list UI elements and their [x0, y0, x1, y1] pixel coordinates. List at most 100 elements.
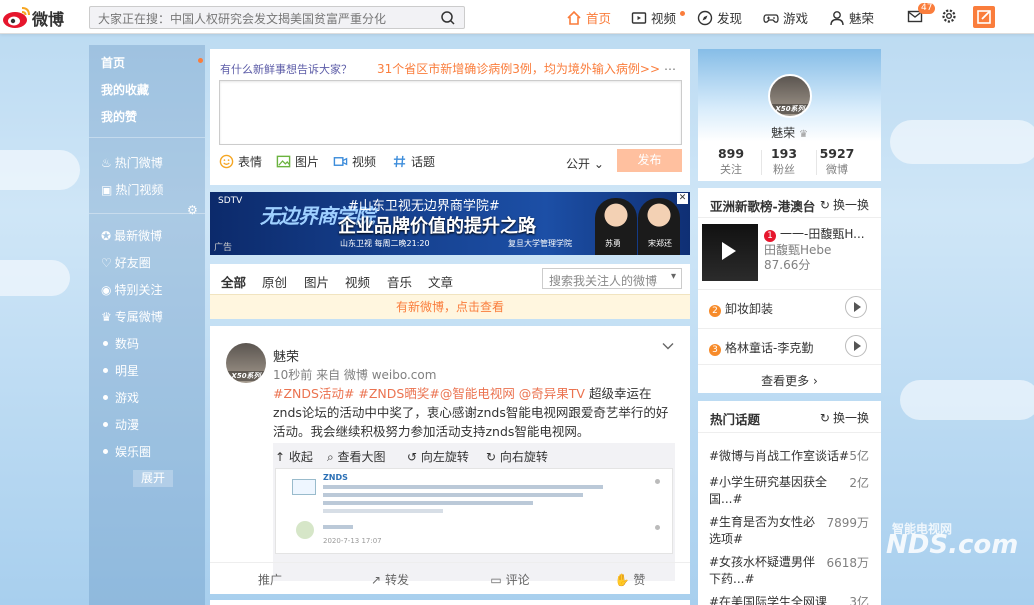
more-icon[interactable]: … [664, 59, 676, 73]
leftnav-special[interactable]: ◉ 特别关注 [101, 281, 163, 298]
nav-game[interactable]: 游戏 [763, 8, 808, 27]
rotate-left-button[interactable]: ↺ 向左旋转 [407, 448, 469, 465]
compose-textarea[interactable] [219, 80, 682, 145]
leftnav-home[interactable]: 首页 [101, 54, 125, 71]
play-button[interactable] [845, 335, 867, 357]
stat-following[interactable]: 899 关注 [701, 146, 761, 177]
chevron-down-icon[interactable]: ▾ [671, 271, 676, 282]
leftnav-tag-digital[interactable]: 数码 [101, 335, 139, 352]
tab-all[interactable]: 全部 [221, 272, 246, 291]
chevron-down-icon[interactable] [662, 340, 674, 352]
new-posts-notice[interactable]: 有新微博，点击查看 [210, 294, 690, 319]
stat-value: 193 [770, 146, 798, 161]
avatar-badge: X50系列 [226, 371, 266, 381]
leftnav-hot-video[interactable]: ▣ 热门视频 [101, 181, 163, 198]
hot-topic-item[interactable]: #微博与肖战工作室谈话# 5亿 [709, 448, 869, 465]
profile-avatar[interactable]: X50系列 [768, 74, 812, 118]
nav-discover[interactable]: 发现 [697, 8, 742, 27]
refresh-button[interactable]: ↻ 换一换 [820, 409, 869, 426]
stat-label: 微博 [826, 163, 848, 176]
search-icon[interactable] [440, 10, 456, 26]
close-icon[interactable]: ✕ [677, 193, 688, 204]
expand-button[interactable]: 展开 [133, 470, 173, 487]
comment-button[interactable]: ▭ 评论 [450, 571, 570, 588]
image-tool[interactable]: 图片 [276, 153, 319, 170]
leftnav-tag-star[interactable]: 明星 [101, 362, 139, 379]
topic-name: #微博与肖战工作室谈话# [709, 449, 850, 463]
song-cover[interactable] [702, 224, 758, 281]
leftnav-likes[interactable]: 我的赞 [101, 108, 137, 125]
hot-topic-item[interactable]: #生育是否为女性必选项# [709, 514, 827, 548]
promote-label: 推广 [257, 573, 282, 587]
compose-button[interactable] [973, 6, 995, 28]
star-icon: ✪ [101, 228, 112, 243]
promote-button[interactable]: 推广 [210, 571, 330, 588]
leftnav-friends[interactable]: ♡ 好友圈 [101, 254, 151, 271]
feed-search-input[interactable]: 搜索我关注人的微博 ▾ [542, 268, 682, 289]
repost-button[interactable]: ↗ 转发 [330, 571, 450, 588]
tab-music[interactable]: 音乐 [387, 272, 412, 291]
tab-articles[interactable]: 文章 [428, 272, 453, 291]
topic-name: #在美国际学生全网课 [709, 595, 828, 605]
post-image[interactable]: ZNDS 2020-7-13 17:07 [275, 468, 673, 554]
leftnav-tag-label: 数码 [115, 337, 140, 351]
song-item-label: 卸妆卸装 [725, 302, 774, 316]
search-box[interactable]: 大家正在搜：中国人权研究会发文揭美国贫富严重分化 [89, 6, 465, 29]
like-button[interactable]: ✋ 赞 [570, 571, 690, 588]
nav-user[interactable]: 魅荣 [829, 8, 874, 27]
ad-banner[interactable]: SDTV 无边界商学院 #山东卫视无边界商学院# 企业品牌价值的提升之路 山东卫… [210, 192, 690, 255]
topic-tool[interactable]: 话题 [392, 153, 435, 170]
profile-name[interactable]: 魅荣 ♛ [698, 124, 881, 141]
video-tool[interactable]: 视频 [333, 153, 376, 170]
nav-home[interactable]: 首页 [566, 8, 611, 27]
avatar[interactable]: X50系列 [226, 343, 266, 383]
view-large-button[interactable]: ⌕ 查看大图 [327, 448, 386, 465]
leftnav-tag-label: 明星 [115, 364, 140, 378]
leftnav-hot-weibo[interactable]: ♨ 热门微博 [101, 154, 163, 171]
play-icon [722, 242, 736, 260]
emoji-tool[interactable]: 表情 [219, 153, 262, 170]
refresh-button[interactable]: ↻ 换一换 [820, 196, 869, 213]
nav-video[interactable]: 视频 [631, 8, 686, 27]
visibility-select[interactable]: 公开 ⌄ [566, 155, 604, 172]
leftnav-exclusive[interactable]: ♛ 专属微博 [101, 308, 163, 325]
divider [698, 217, 881, 218]
divider [698, 328, 881, 329]
thumb-dot [655, 525, 660, 530]
collapse-button[interactable]: ↑ 收起 [275, 448, 313, 465]
stat-followers[interactable]: 193 粉丝 [754, 146, 814, 177]
play-button[interactable] [845, 296, 867, 318]
logo-text[interactable]: 微博 [32, 6, 64, 30]
hot-topic-item[interactable]: #在美国际学生全网课 3亿 [709, 594, 869, 605]
post-button[interactable]: 发布 [617, 149, 682, 172]
see-more-link[interactable]: 查看更多 › [698, 372, 881, 389]
gear-icon[interactable]: ⚙ [187, 203, 198, 217]
post-author[interactable]: 魅荣 [273, 346, 299, 365]
stat-posts[interactable]: 5927 微博 [807, 146, 867, 177]
avatar-badge: X50系列 [770, 104, 810, 114]
compose-hot-topic[interactable]: 31个省区市新增确诊病例3例，均为境外输入病例>> [377, 60, 660, 77]
bullet-icon [103, 395, 108, 400]
thumb-dot [655, 479, 660, 484]
nav-user-label: 魅荣 [849, 11, 875, 26]
tab-images[interactable]: 图片 [304, 272, 329, 291]
post-tags[interactable]: #ZNDS活动# #ZNDS晒奖#@智能电视网 @奇异果TV [273, 386, 585, 401]
rotate-right-button[interactable]: ↻ 向右旋转 [486, 448, 548, 465]
leftnav-tag-anime[interactable]: 动漫 [101, 416, 139, 433]
hot-topic-item[interactable]: #女孩水杯疑遭男伴下药...# [709, 554, 827, 588]
song-item[interactable]: 2 卸妆卸装 [709, 300, 773, 317]
song-title[interactable]: 1 一一-田馥甄H... [764, 225, 874, 242]
leftnav-tag-ent[interactable]: 娱乐圈 [101, 443, 151, 460]
tab-videos[interactable]: 视频 [345, 272, 370, 291]
search-input[interactable]: 大家正在搜：中国人权研究会发文揭美国贫富严重分化 [98, 10, 386, 27]
hot-topic-item[interactable]: #小学生研究基因获全国...# [709, 474, 841, 508]
leftnav-favorites[interactable]: 我的收藏 [101, 81, 149, 98]
nav-settings[interactable] [941, 8, 957, 24]
leftnav-latest[interactable]: ✪ 最新微博 [101, 227, 162, 244]
weibo-logo-icon[interactable] [2, 4, 32, 30]
song-item[interactable]: 3 格林童话-李克勤 [709, 339, 813, 356]
crown-icon: ♛ [101, 309, 112, 324]
tab-original[interactable]: 原创 [262, 272, 287, 291]
ad-headline: 企业品牌价值的提升之路 [338, 216, 536, 237]
leftnav-tag-game[interactable]: 游戏 [101, 389, 139, 406]
